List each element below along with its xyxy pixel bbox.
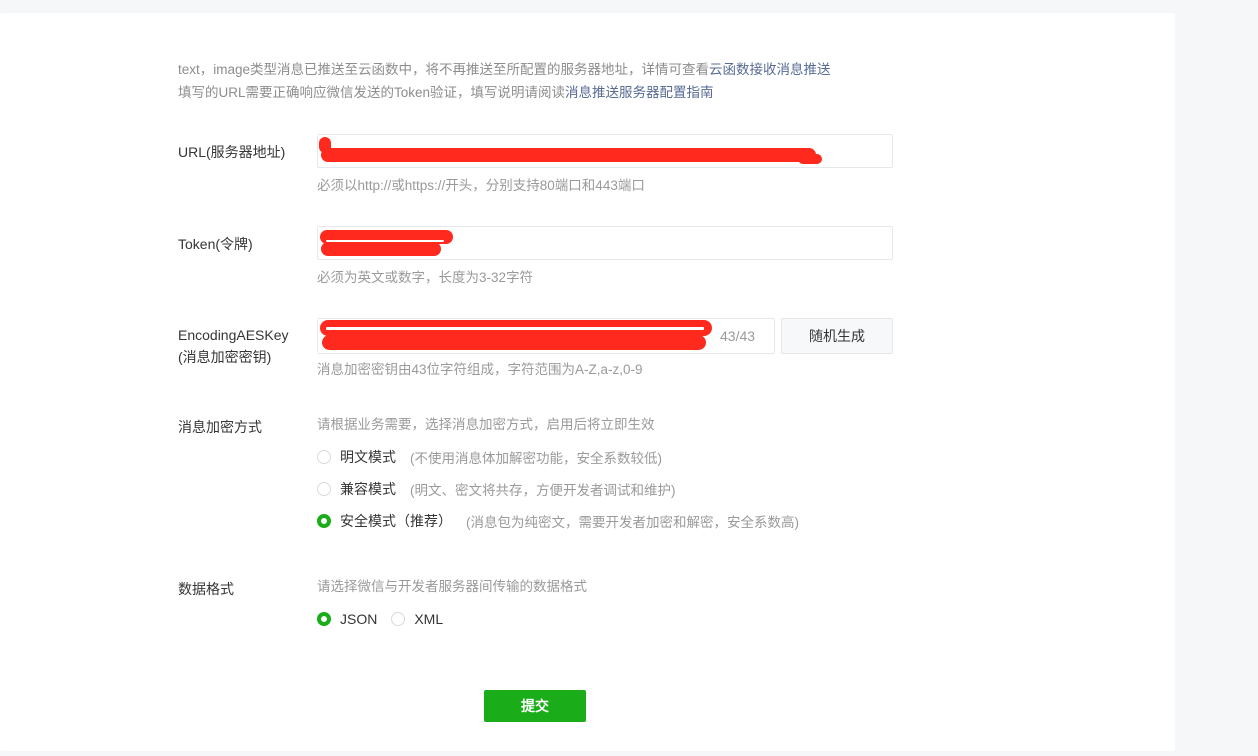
notice-text: text，image类型消息已推送至云函数中，将不再推送至所配置的服务器地址，详…: [178, 58, 831, 104]
aeskey-label-line2: (消息加密密钥): [178, 349, 272, 365]
redaction-mark: [321, 148, 816, 162]
notice-line1: text，image类型消息已推送至云函数中，将不再推送至所配置的服务器地址，详…: [178, 62, 710, 77]
data-format-hint: 请选择微信与开发者服务器间传输的数据格式: [317, 579, 587, 594]
url-label: URL(服务器地址): [178, 144, 286, 160]
encryption-label: 消息加密方式: [178, 419, 262, 435]
random-generate-button[interactable]: 随机生成: [781, 318, 893, 354]
url-hint: 必须以http://或https://开头，分别支持80端口和443端口: [317, 178, 645, 193]
encryption-option-secure[interactable]: 安全模式（推荐） (消息包为纯密文，需要开发者加密和解密，安全系数高): [317, 511, 799, 531]
aeskey-input[interactable]: [317, 318, 775, 354]
format-option-json[interactable]: JSON: [317, 611, 377, 627]
option-label: 安全模式（推荐）: [340, 513, 452, 529]
radio-checked-icon[interactable]: [317, 514, 331, 528]
radio-checked-icon[interactable]: [317, 612, 331, 626]
data-format-options: JSON XML: [317, 609, 457, 629]
format-option-xml[interactable]: XML: [391, 611, 443, 627]
radio-unchecked-icon[interactable]: [317, 482, 331, 496]
config-card: [0, 13, 1175, 751]
aeskey-char-counter: 43/43: [720, 328, 756, 344]
option-label: JSON: [340, 611, 378, 627]
redaction-mark: [326, 240, 444, 242]
url-input[interactable]: [317, 134, 893, 168]
option-description: (明文、密文将共存，方便开发者调试和维护): [410, 483, 676, 498]
token-label: Token(令牌): [178, 236, 253, 252]
token-hint: 必须为英文或数字，长度为3-32字符: [317, 270, 534, 285]
aeskey-label: EncodingAESKey (消息加密密钥): [178, 324, 289, 368]
redaction-mark: [326, 327, 704, 330]
submit-button[interactable]: 提交: [484, 690, 586, 722]
server-config-guide-link[interactable]: 消息推送服务器配置指南: [565, 85, 714, 100]
notice-line2: 填写的URL需要正确响应微信发送的Token验证，填写说明请阅读: [178, 85, 566, 100]
redaction-mark: [321, 242, 441, 256]
option-label: 兼容模式: [340, 481, 396, 497]
data-format-label: 数据格式: [178, 581, 234, 597]
aeskey-hint: 消息加密密钥由43位字符组成，字符范围为A-Z,a-z,0-9: [317, 362, 643, 377]
cloud-function-link[interactable]: 云函数接收消息推送: [709, 62, 831, 77]
redaction-mark: [798, 154, 822, 164]
radio-unchecked-icon[interactable]: [317, 450, 331, 464]
encryption-option-compatible[interactable]: 兼容模式 (明文、密文将共存，方便开发者调试和维护): [317, 479, 676, 499]
token-input[interactable]: [317, 226, 893, 260]
radio-unchecked-icon[interactable]: [391, 612, 406, 626]
encryption-option-plaintext[interactable]: 明文模式 (不使用消息体加解密功能，安全系数较低): [317, 447, 662, 467]
encryption-hint: 请根据业务需要，选择消息加密方式，启用后将立即生效: [317, 417, 655, 432]
option-label: XML: [414, 611, 444, 627]
aeskey-label-line1: EncodingAESKey: [178, 327, 289, 343]
option-description: (不使用消息体加解密功能，安全系数较低): [410, 451, 662, 466]
redaction-mark: [322, 335, 706, 350]
option-label: 明文模式: [340, 449, 396, 465]
option-description: (消息包为纯密文，需要开发者加密和解密，安全系数高): [466, 515, 799, 530]
